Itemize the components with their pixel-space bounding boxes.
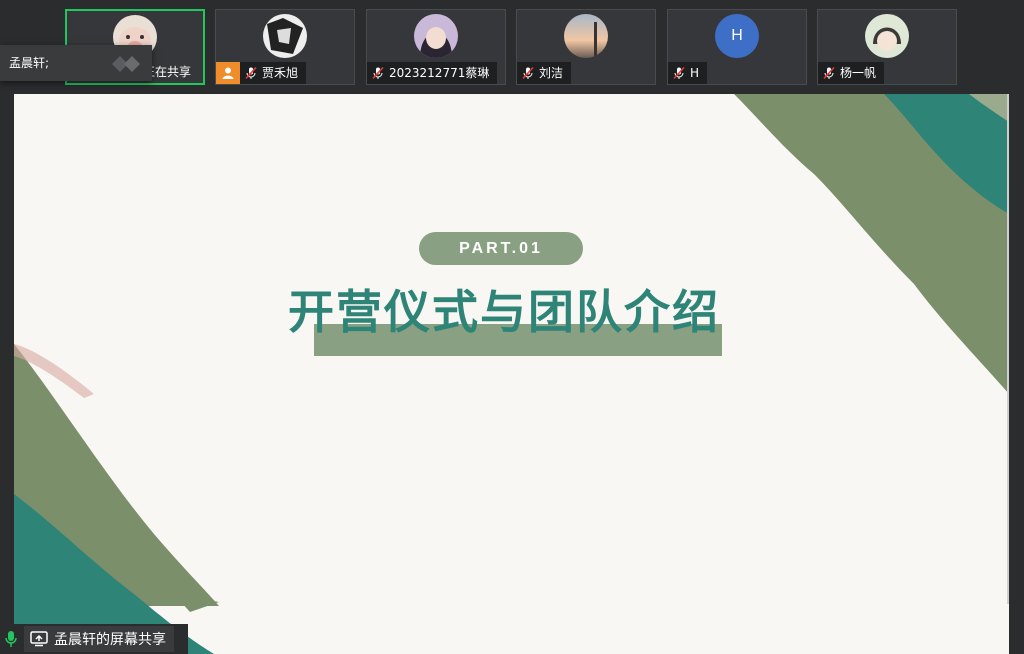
avatar bbox=[414, 14, 458, 58]
mic-muted-icon bbox=[673, 66, 685, 80]
participant-name-label: H bbox=[690, 66, 700, 80]
participant-name-label: 刘洁 bbox=[539, 66, 564, 80]
sharer-tooltip-text: 孟晨轩; bbox=[9, 56, 50, 70]
part-label: PART.01 bbox=[419, 232, 583, 265]
shared-slide: PART.01 开营仪式与团队介绍 bbox=[14, 94, 1009, 654]
drag-handle-icon bbox=[112, 56, 140, 72]
mic-muted-icon bbox=[522, 66, 534, 80]
screen-share-label: 孟晨轩的屏幕共享 bbox=[54, 632, 166, 648]
mic-muted-icon bbox=[245, 66, 257, 80]
mic-muted-icon bbox=[372, 66, 384, 80]
participant-name: 2023212771蔡琳 bbox=[367, 62, 498, 84]
avatar bbox=[263, 14, 307, 58]
participant-tile[interactable]: 贾禾旭 bbox=[215, 9, 355, 85]
avatar bbox=[865, 14, 909, 58]
sharer-tooltip: 孟晨轩; bbox=[0, 45, 152, 81]
screen-share-icon bbox=[30, 631, 48, 647]
avatar: H bbox=[715, 14, 759, 58]
screen-share-label-box[interactable]: 孟晨轩的屏幕共享 bbox=[24, 626, 174, 652]
slide-title: 开营仪式与团队介绍 bbox=[288, 285, 720, 339]
mic-active-icon[interactable] bbox=[0, 624, 22, 654]
participant-name: 贾禾旭 bbox=[240, 62, 307, 84]
screen-share-bar: 孟晨轩的屏幕共享 bbox=[0, 624, 188, 654]
mic-muted-icon bbox=[823, 66, 835, 80]
participant-tile[interactable]: H H bbox=[667, 9, 807, 85]
brush-stroke-decoration bbox=[14, 94, 1009, 654]
participant-name: H bbox=[668, 62, 708, 84]
participant-name-label: 贾禾旭 bbox=[262, 66, 299, 80]
participant-tile[interactable]: 杨一帆 bbox=[817, 9, 957, 85]
participant-name: 刘洁 bbox=[517, 62, 572, 84]
participant-name-label: 杨一帆 bbox=[840, 66, 877, 80]
participant-tile[interactable]: 2023212771蔡琳 bbox=[366, 9, 506, 85]
slide-edge bbox=[1007, 94, 1009, 604]
participant-tile[interactable]: 刘洁 bbox=[516, 9, 656, 85]
participant-name-label: 2023212771蔡琳 bbox=[389, 66, 490, 80]
host-icon bbox=[216, 62, 240, 84]
participant-name: 杨一帆 bbox=[818, 62, 885, 84]
avatar bbox=[564, 14, 608, 58]
participant-strip: 孟晨轩正在共享 贾禾旭 2023212771蔡琳 刘洁 bbox=[0, 0, 1024, 94]
